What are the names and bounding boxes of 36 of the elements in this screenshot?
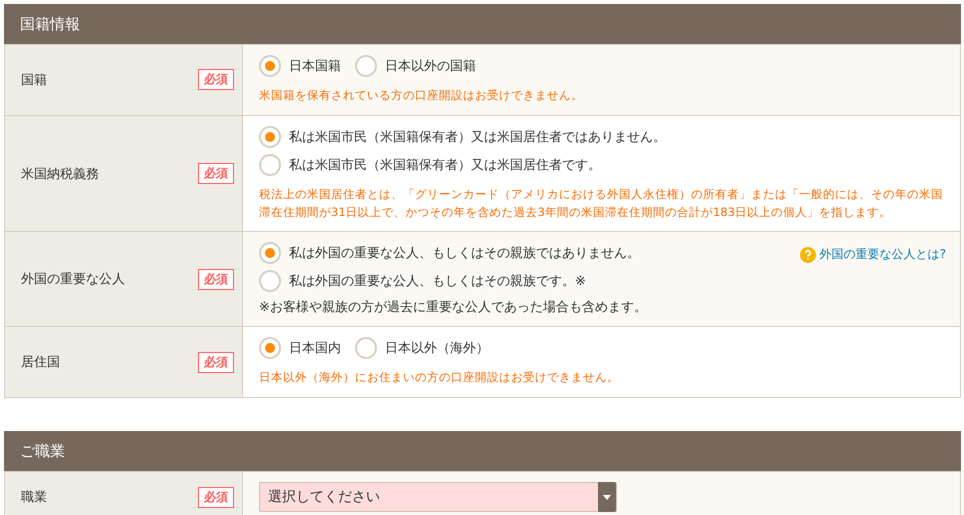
radio-button[interactable]	[259, 126, 281, 148]
radio-button[interactable]	[355, 55, 377, 77]
required-badge: 必須	[198, 268, 234, 290]
help-link[interactable]: 外国の重要な公人とは?	[800, 246, 946, 264]
option-label[interactable]: 私は外国の重要な公人、もしくはその親族ではありません。	[289, 244, 640, 262]
section-header: ご職業	[4, 431, 961, 472]
required-badge: 必須	[198, 163, 234, 184]
field-label: 国籍	[21, 72, 47, 89]
warning-note: 税法上の米国居住者とは、「グリーンカード（アメリカにおける外国人永住権）の所有者」または「一般的には、その年の米国滞在住期間が31日以上で、かつその年を含めた過去3年間の米国滞在住期間の合計が183日以上の個人」を指します。	[259, 186, 944, 221]
option-label[interactable]: 私は米国市民（米国籍保有者）又は米国居住者です。	[289, 156, 601, 174]
option-label[interactable]: 日本国籍	[289, 57, 341, 75]
radio-button[interactable]	[259, 154, 281, 176]
radio-button[interactable]	[259, 337, 281, 360]
remark-text: ※お客様や親族の方が過去に重要な公人であった場合も含めます。	[259, 299, 648, 316]
required-badge: 必須	[198, 69, 234, 90]
help-icon	[800, 246, 816, 263]
warning-note: 日本以外（海外）にお住まいの方の口座開設はお受けできません。	[259, 369, 620, 386]
field-label: 米国納税義務	[21, 166, 99, 183]
required-badge: 必須	[198, 486, 234, 508]
option-label[interactable]: 日本以外の国籍	[385, 57, 476, 75]
warning-note: 米国籍を保有されている方の口座開設はお受けできません。	[259, 87, 584, 104]
radio-button[interactable]	[355, 337, 377, 360]
caret-icon	[603, 494, 611, 500]
required-badge: 必須	[198, 352, 234, 373]
option-label[interactable]: 日本以外（海外）	[385, 339, 489, 358]
radio-button[interactable]	[259, 242, 281, 264]
section-header: 国籍情報	[4, 4, 961, 44]
field-label: 居住国	[21, 354, 60, 372]
field-label: 外国の重要な公人	[21, 271, 125, 288]
option-label[interactable]: 私は米国市民（米国籍保有者）又は米国居住者ではありません。	[289, 128, 666, 146]
radio-button[interactable]	[259, 55, 281, 77]
radio-button[interactable]	[259, 270, 281, 292]
select-dropdown[interactable]: 選択してください	[259, 482, 617, 512]
field-label: 職業	[21, 489, 47, 506]
option-label[interactable]: 私は外国の重要な公人、もしくはその親族です。※	[289, 272, 586, 290]
option-label[interactable]: 日本国内	[289, 339, 341, 358]
